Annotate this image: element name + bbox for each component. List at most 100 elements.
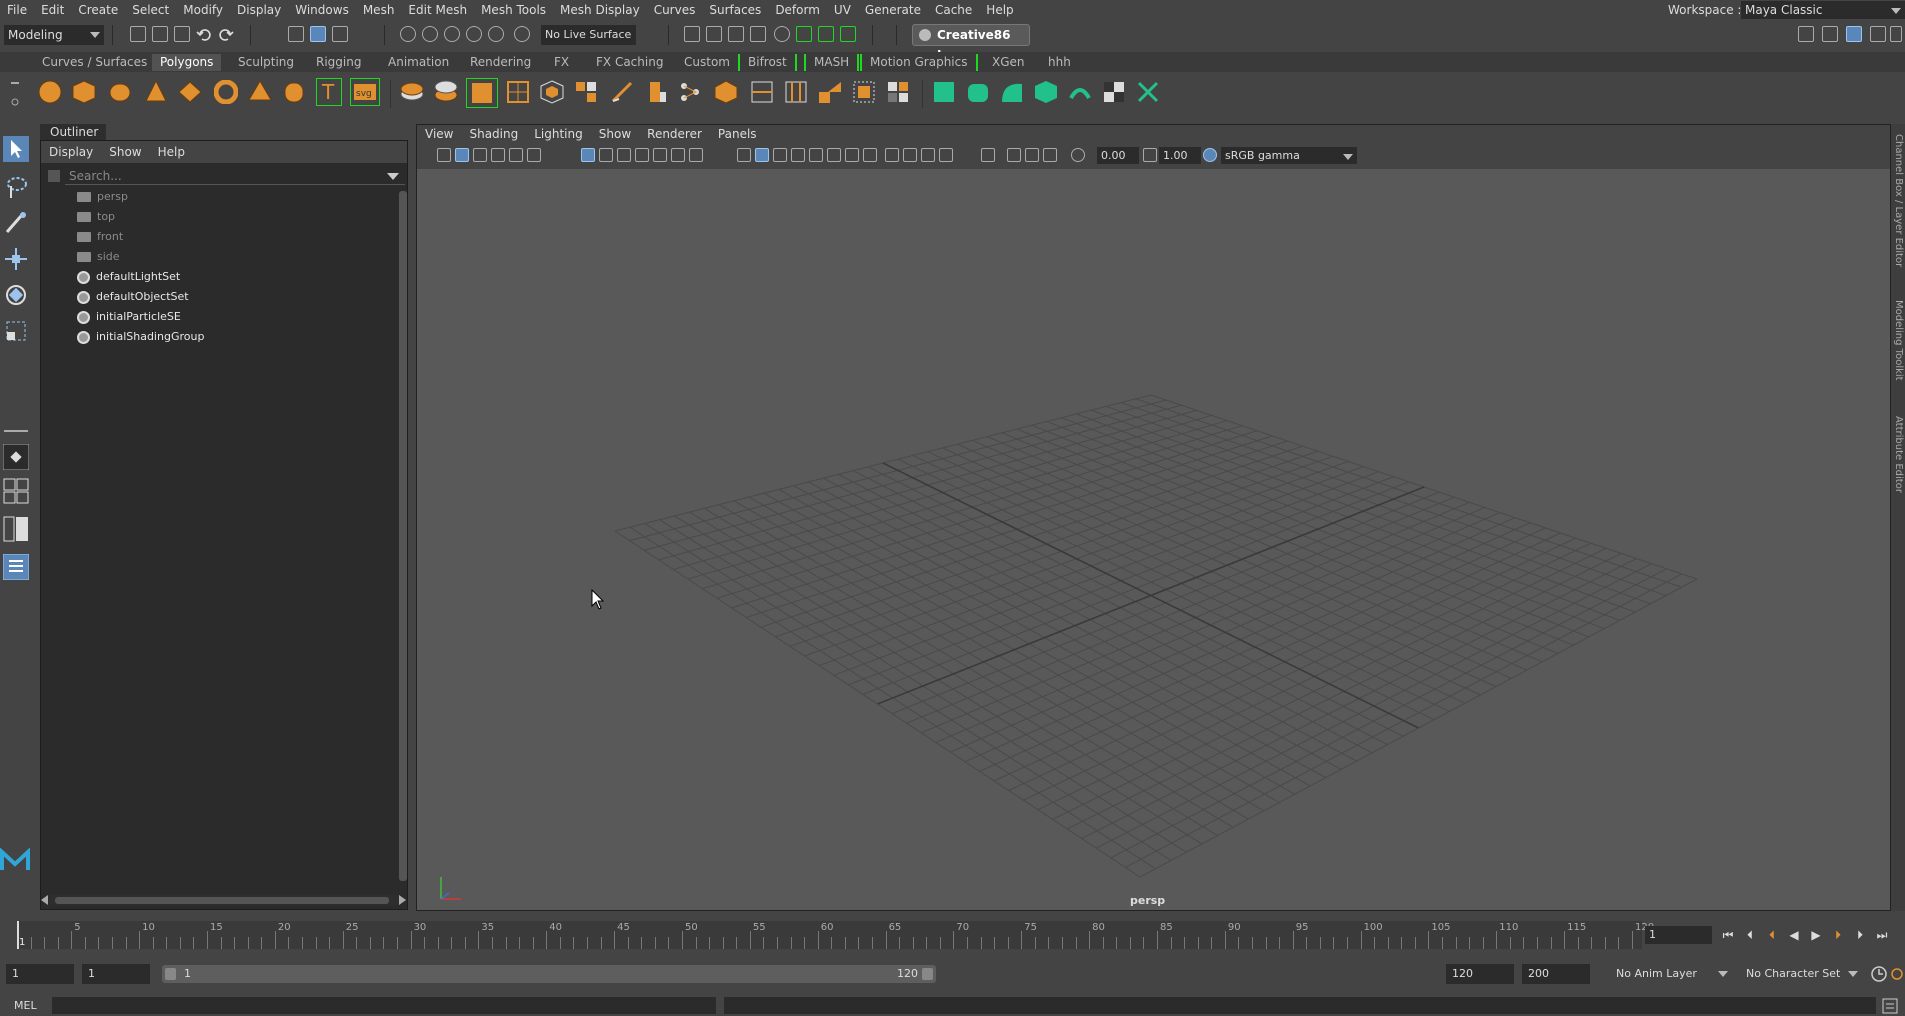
tab-sculpting[interactable]: Sculpting [230,54,302,71]
mesh-cleanup-icon[interactable] [886,80,910,104]
animation-start-field[interactable]: 1 [6,964,74,984]
menu-cache[interactable]: Cache [928,0,979,20]
grease-pencil-icon[interactable] [527,148,541,162]
menu-edit[interactable]: Edit [34,0,71,20]
outliner-item-initialparticlese[interactable]: initialParticleSE [77,307,181,327]
menu-surfaces[interactable]: Surfaces [702,0,768,20]
tab-modeling-toolkit[interactable]: Modeling Toolkit [1891,300,1905,381]
menu-modify[interactable]: Modify [176,0,230,20]
tab-fx[interactable]: FX [546,54,577,71]
menu-help[interactable]: Help [979,0,1020,20]
script-editor-icon[interactable] [1882,998,1898,1014]
tab-curves-surfaces[interactable]: Curves / Surfaces [34,54,155,71]
uv-spherical-icon[interactable] [1000,80,1024,104]
isolate-select-icon[interactable] [921,148,935,162]
outliner-item-defaultobjectset[interactable]: defaultObjectSet [77,287,189,307]
menu-mesh-display[interactable]: Mesh Display [553,0,647,20]
menu-uv[interactable]: UV [827,0,858,20]
menu-edit-mesh[interactable]: Edit Mesh [401,0,474,20]
poly-plane-icon[interactable] [178,80,202,104]
wireframe-icon[interactable] [737,148,751,162]
uv-checker-icon[interactable] [1102,80,1126,104]
fill-hole-icon[interactable] [852,80,876,104]
layer-editor-toggle-icon[interactable] [1890,26,1902,42]
bridge-icon[interactable] [574,80,598,104]
workspace-select[interactable]: Maya Classic [1741,1,1905,19]
viewport-menu-shading[interactable]: Shading [461,127,526,141]
ambient-occlusion-icon[interactable] [845,148,859,162]
go-to-end-icon[interactable]: ⏭ [1874,928,1890,942]
motion-blur-icon[interactable] [863,148,877,162]
gamma-field[interactable]: 1.00 [1159,147,1201,164]
menu-windows[interactable]: Windows [288,0,356,20]
channel-box-toggle-icon[interactable] [1846,26,1862,42]
time-slider-track[interactable]: 5 10 15 20 25 30 35 40 45 50 55 60 65 70 75 80 85 90 95 100… [17,921,1654,949]
extrude-icon[interactable] [540,80,564,104]
outliner-item-top[interactable]: top [77,207,115,227]
gamma-icon[interactable] [1143,148,1157,162]
character-set-select[interactable]: No Character Set [1740,964,1862,984]
range-end-handle[interactable] [922,968,933,980]
step-back-frame-icon[interactable]: ⏴ [1742,928,1758,942]
tab-animation[interactable]: Animation [380,54,457,71]
ipr-render-icon[interactable] [728,26,744,42]
camera-bookmark-icon[interactable] [473,148,487,162]
step-forward-frame-icon[interactable]: ⏵ [1852,928,1868,942]
color-management-icon[interactable] [1203,148,1217,162]
open-scene-icon[interactable] [152,26,168,42]
scale-tool-icon[interactable] [3,318,29,344]
playback-range-bar[interactable]: 1 120 [162,965,936,983]
filter-icon[interactable] [47,169,61,183]
mirror-icon[interactable] [506,80,530,104]
viewport-canvas[interactable]: persp [417,169,1890,910]
current-frame-field[interactable]: 1 [1645,926,1712,944]
scroll-right-icon[interactable] [399,895,407,905]
step-forward-key-icon[interactable]: ⏵ [1830,928,1846,942]
outliner-item-persp[interactable]: persp [77,187,128,207]
select-camera-icon[interactable] [437,148,451,162]
select-tool-icon[interactable] [3,136,29,162]
menu-curves[interactable]: Curves [647,0,703,20]
poke-icon[interactable] [714,80,738,104]
bevel-icon[interactable] [644,80,668,104]
save-scene-icon[interactable] [174,26,190,42]
tab-fx-caching[interactable]: FX Caching [588,54,671,71]
two-d-pan-zoom-icon[interactable] [509,148,523,162]
outliner-layout-icon[interactable] [3,554,29,580]
outliner-vertical-scrollbar[interactable] [399,191,407,881]
command-language-toggle[interactable]: MEL [14,999,37,1012]
persp-outliner-layout-icon[interactable] [3,516,29,542]
tab-motion-graphics[interactable]: Motion Graphics [860,54,978,71]
outliner-menu-help[interactable]: Help [150,145,193,159]
play-backwards-icon[interactable]: ◀ [1786,928,1802,942]
safe-action-icon[interactable] [671,148,685,162]
uv-cylindrical-icon[interactable] [966,80,990,104]
uv-automatic-icon[interactable] [1034,80,1058,104]
tab-rendering[interactable]: Rendering [462,54,539,71]
viewport-menu-renderer[interactable]: Renderer [639,127,710,141]
animation-end-field[interactable]: 200 [1522,964,1590,984]
exposure-icon[interactable] [1071,148,1085,162]
play-forwards-icon[interactable]: ▶ [1808,928,1824,942]
combine-icon[interactable] [400,80,424,104]
xray-active-components-icon[interactable] [1007,148,1021,162]
go-to-start-icon[interactable]: ⏮ [1720,928,1736,942]
tab-bifrost[interactable]: Bifrost [738,54,797,71]
camera-attributes-icon[interactable] [455,148,469,162]
live-surface-field[interactable]: No Live Surface [541,25,636,45]
view-transform-select[interactable]: sRGB gamma [1221,147,1357,164]
poly-sphere-icon[interactable] [38,80,62,104]
hypershade-icon[interactable] [774,26,790,42]
tab-hhh[interactable]: hhh [1040,54,1079,71]
snap-to-curve-icon[interactable] [422,26,438,42]
account-button[interactable]: Creative86 Inc [912,24,1030,62]
outliner-menu-show[interactable]: Show [101,145,149,159]
xray-icon[interactable] [939,148,953,162]
menu-set-select[interactable]: Modeling [4,25,104,45]
viewport-menu-show[interactable]: Show [591,127,639,141]
poly-cylinder-icon[interactable] [108,80,132,104]
scrollbar-thumb[interactable] [55,897,389,904]
outliner-horizontal-scrollbar[interactable] [49,895,399,905]
rotate-tool-icon[interactable] [3,282,29,308]
playback-end-field[interactable]: 120 [1446,964,1514,984]
